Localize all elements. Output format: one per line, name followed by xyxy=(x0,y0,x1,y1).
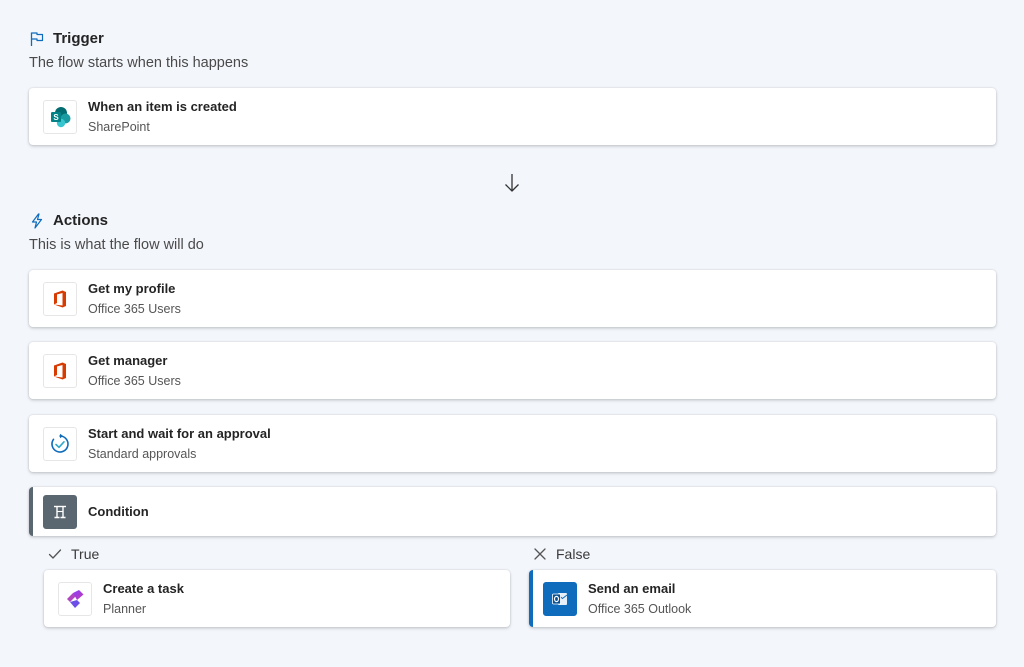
trigger-subtitle: The flow starts when this happens xyxy=(29,55,249,71)
trigger-card-connector: SharePoint xyxy=(88,120,150,134)
branch-true-heading: True xyxy=(48,546,99,562)
approvals-icon xyxy=(43,426,77,461)
flag-icon xyxy=(29,31,45,47)
trigger-card-title: When an item is created xyxy=(88,99,237,114)
arrow-down-icon xyxy=(502,172,522,194)
svg-text:S: S xyxy=(53,113,59,122)
action-card-title: Start and wait for an approval xyxy=(88,426,271,441)
action-card-get-my-profile[interactable]: Get my profile Office 365 Users xyxy=(29,270,996,327)
planner-icon xyxy=(58,581,92,616)
condition-title: Condition xyxy=(88,504,149,519)
action-card-connector: Office 365 Users xyxy=(88,374,181,388)
false-branch-card-send-email[interactable]: Send an email Office 365 Outlook xyxy=(529,570,996,627)
action-card-title: Get manager xyxy=(88,353,168,368)
action-card-get-manager[interactable]: Get manager Office 365 Users xyxy=(29,342,996,399)
office-icon xyxy=(43,353,77,388)
true-branch-card-create-task[interactable]: Create a task Planner xyxy=(44,570,510,627)
actions-heading: Actions xyxy=(29,212,108,229)
trigger-heading-text: Trigger xyxy=(53,30,104,47)
true-card-title: Create a task xyxy=(103,581,184,596)
action-card-approval[interactable]: Start and wait for an approval Standard … xyxy=(29,415,996,472)
trigger-heading: Trigger xyxy=(29,30,104,47)
office-icon xyxy=(43,281,77,316)
branch-false-label: False xyxy=(556,546,591,562)
true-card-connector: Planner xyxy=(103,602,147,616)
condition-icon xyxy=(43,494,77,529)
false-card-title: Send an email xyxy=(588,581,676,596)
close-icon xyxy=(533,547,547,561)
outlook-icon xyxy=(543,581,577,616)
branch-true-label: True xyxy=(71,546,100,562)
action-card-title: Get my profile xyxy=(88,281,176,296)
check-icon xyxy=(48,547,62,561)
action-card-connector: Standard approvals xyxy=(88,447,197,461)
actions-subtitle: This is what the flow will do xyxy=(29,237,204,253)
false-card-connector: Office 365 Outlook xyxy=(588,602,692,616)
sharepoint-icon: S xyxy=(43,99,77,134)
lightning-icon xyxy=(29,212,45,229)
actions-heading-text: Actions xyxy=(53,212,109,229)
condition-card[interactable]: Condition xyxy=(29,487,996,536)
trigger-card[interactable]: S When an item is created SharePoint xyxy=(29,88,996,145)
branch-false-heading: False xyxy=(533,546,590,562)
action-card-connector: Office 365 Users xyxy=(88,302,181,316)
